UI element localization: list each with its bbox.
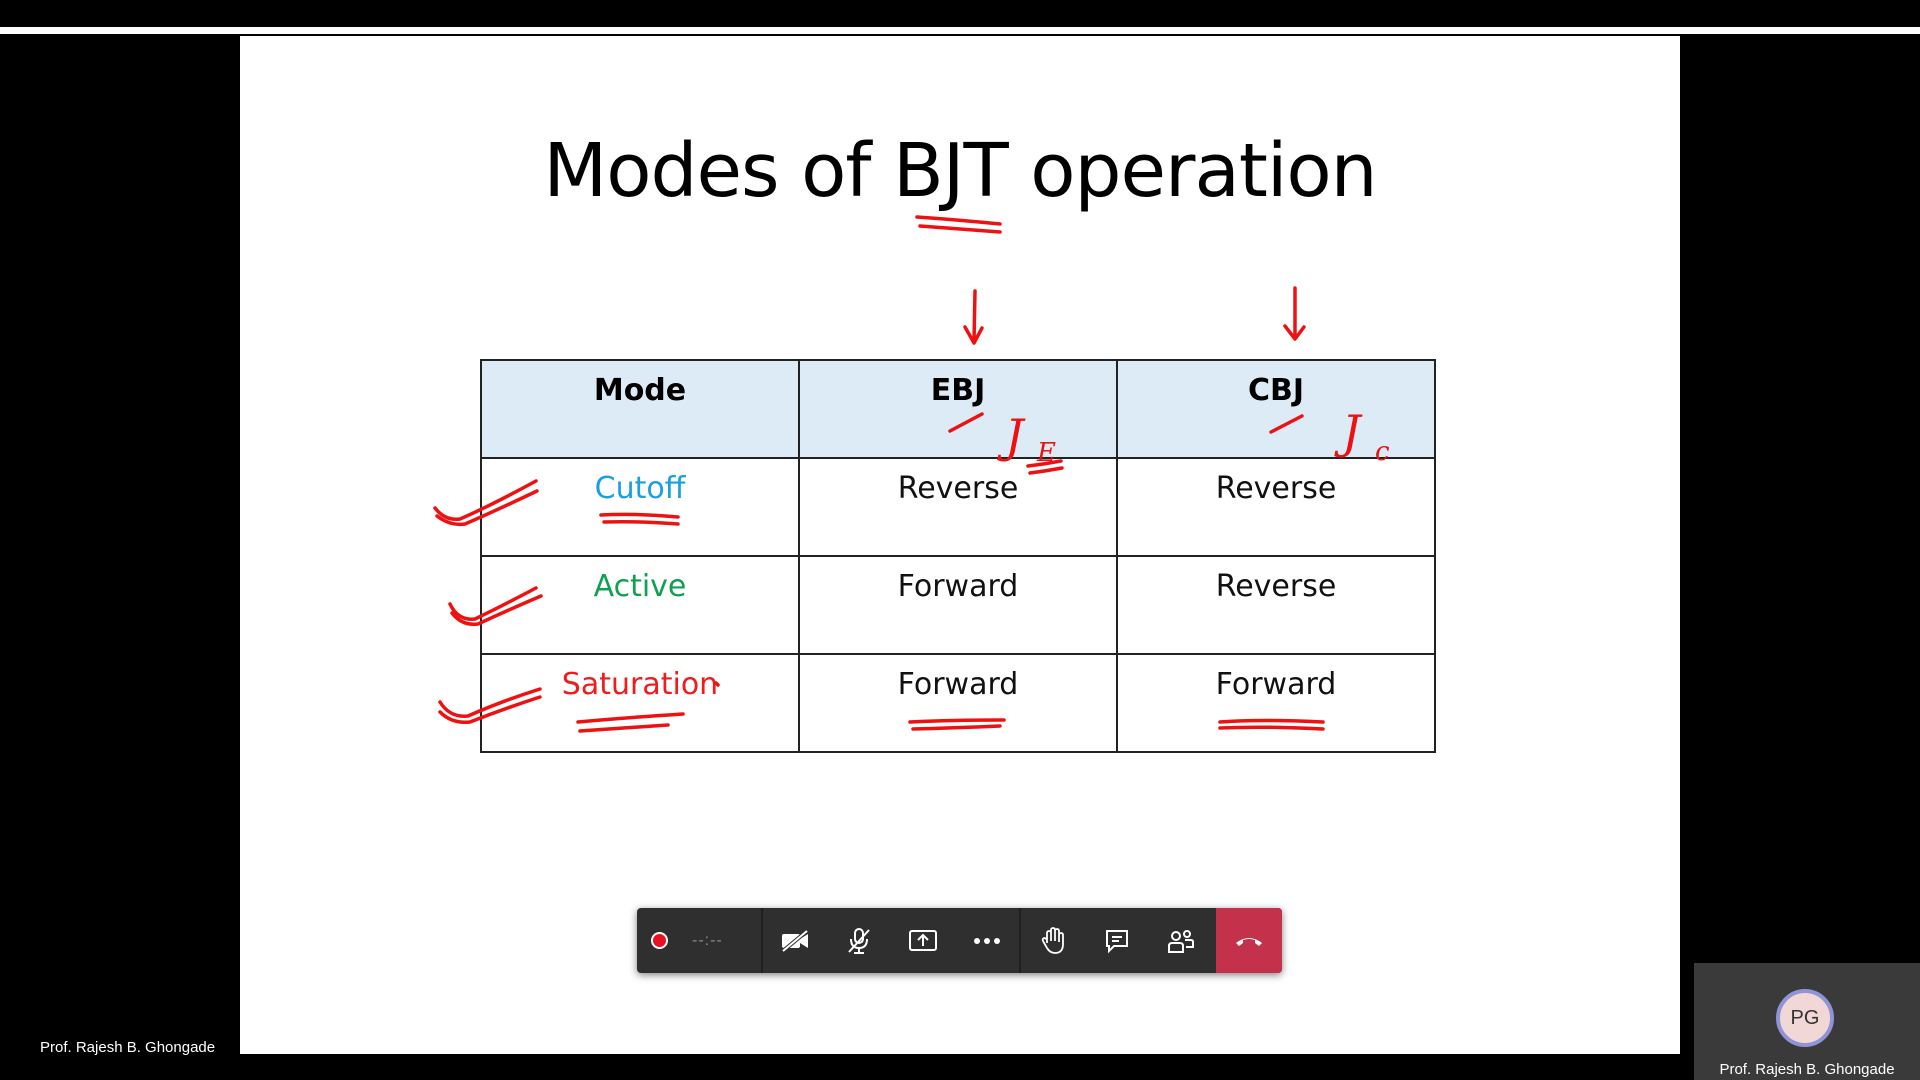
table-row: Cutoff Reverse Reverse [480,457,1436,557]
header-mode: Mode [480,359,800,459]
record-icon[interactable] [651,932,668,949]
cbj-cell: Reverse [1116,457,1436,557]
camera-off-icon [781,928,809,953]
raise-hand-icon [1041,926,1064,954]
slide-title: Modes of BJT operation [543,128,1377,214]
mic-muted-icon [848,927,870,954]
top-strip [0,27,1920,34]
ebj-cell: Forward [798,653,1118,753]
share-screen-button[interactable] [891,908,955,973]
table-row: Active Forward Reverse [480,555,1436,655]
modes-table: Mode EBJ CBJ Cutoff Reverse Reverse Acti… [480,359,1436,753]
chat-button[interactable] [1085,908,1149,973]
chat-icon [1106,929,1128,953]
self-view-tile[interactable]: PG Prof. Rajesh B. Ghongade [1694,963,1920,1080]
mode-cell: Cutoff [480,457,800,557]
header-ebj: EBJ [798,359,1118,459]
avatar: PG [1776,989,1834,1047]
cbj-cell: Reverse [1116,555,1436,655]
participants-button[interactable] [1149,908,1213,973]
ink-underline-bjt [915,215,1002,226]
ink-arrow-cbj [1283,286,1306,341]
record-group[interactable]: --:-- [637,908,761,973]
table-header-row: Mode EBJ CBJ [480,359,1436,459]
share-screen-icon [909,929,937,951]
raise-hand-button[interactable] [1021,908,1085,973]
ebj-cell: Reverse [798,457,1118,557]
shared-slide: Modes of BJT operation Mode EBJ CBJ Cuto… [240,36,1680,1054]
mode-cell: Saturation [480,653,800,753]
mic-muted-button[interactable] [827,908,891,973]
camera-off-button[interactable] [763,908,827,973]
more-actions-button[interactable] [955,908,1019,973]
hang-up-icon [1236,937,1262,946]
participants-icon [1168,929,1194,953]
meeting-stage: Modes of BJT operation Mode EBJ CBJ Cuto… [0,0,1920,1080]
cbj-cell: Forward [1116,653,1436,753]
mode-cell: Active [480,555,800,655]
ebj-cell: Forward [798,555,1118,655]
presenter-name-label: Prof. Rajesh B. Ghongade [40,1039,216,1056]
recording-timer: --:-- [692,931,723,949]
header-cbj: CBJ [1116,359,1436,459]
self-view-name: Prof. Rajesh B. Ghongade [1719,1061,1895,1078]
more-icon [974,937,1000,944]
meeting-toolbar: --:-- [637,908,1282,973]
ink-arrow-ebj [963,289,984,345]
hang-up-button[interactable] [1216,908,1282,973]
table-row: Saturation Forward Forward [480,653,1436,753]
ink-underline-bjt [918,224,1002,234]
